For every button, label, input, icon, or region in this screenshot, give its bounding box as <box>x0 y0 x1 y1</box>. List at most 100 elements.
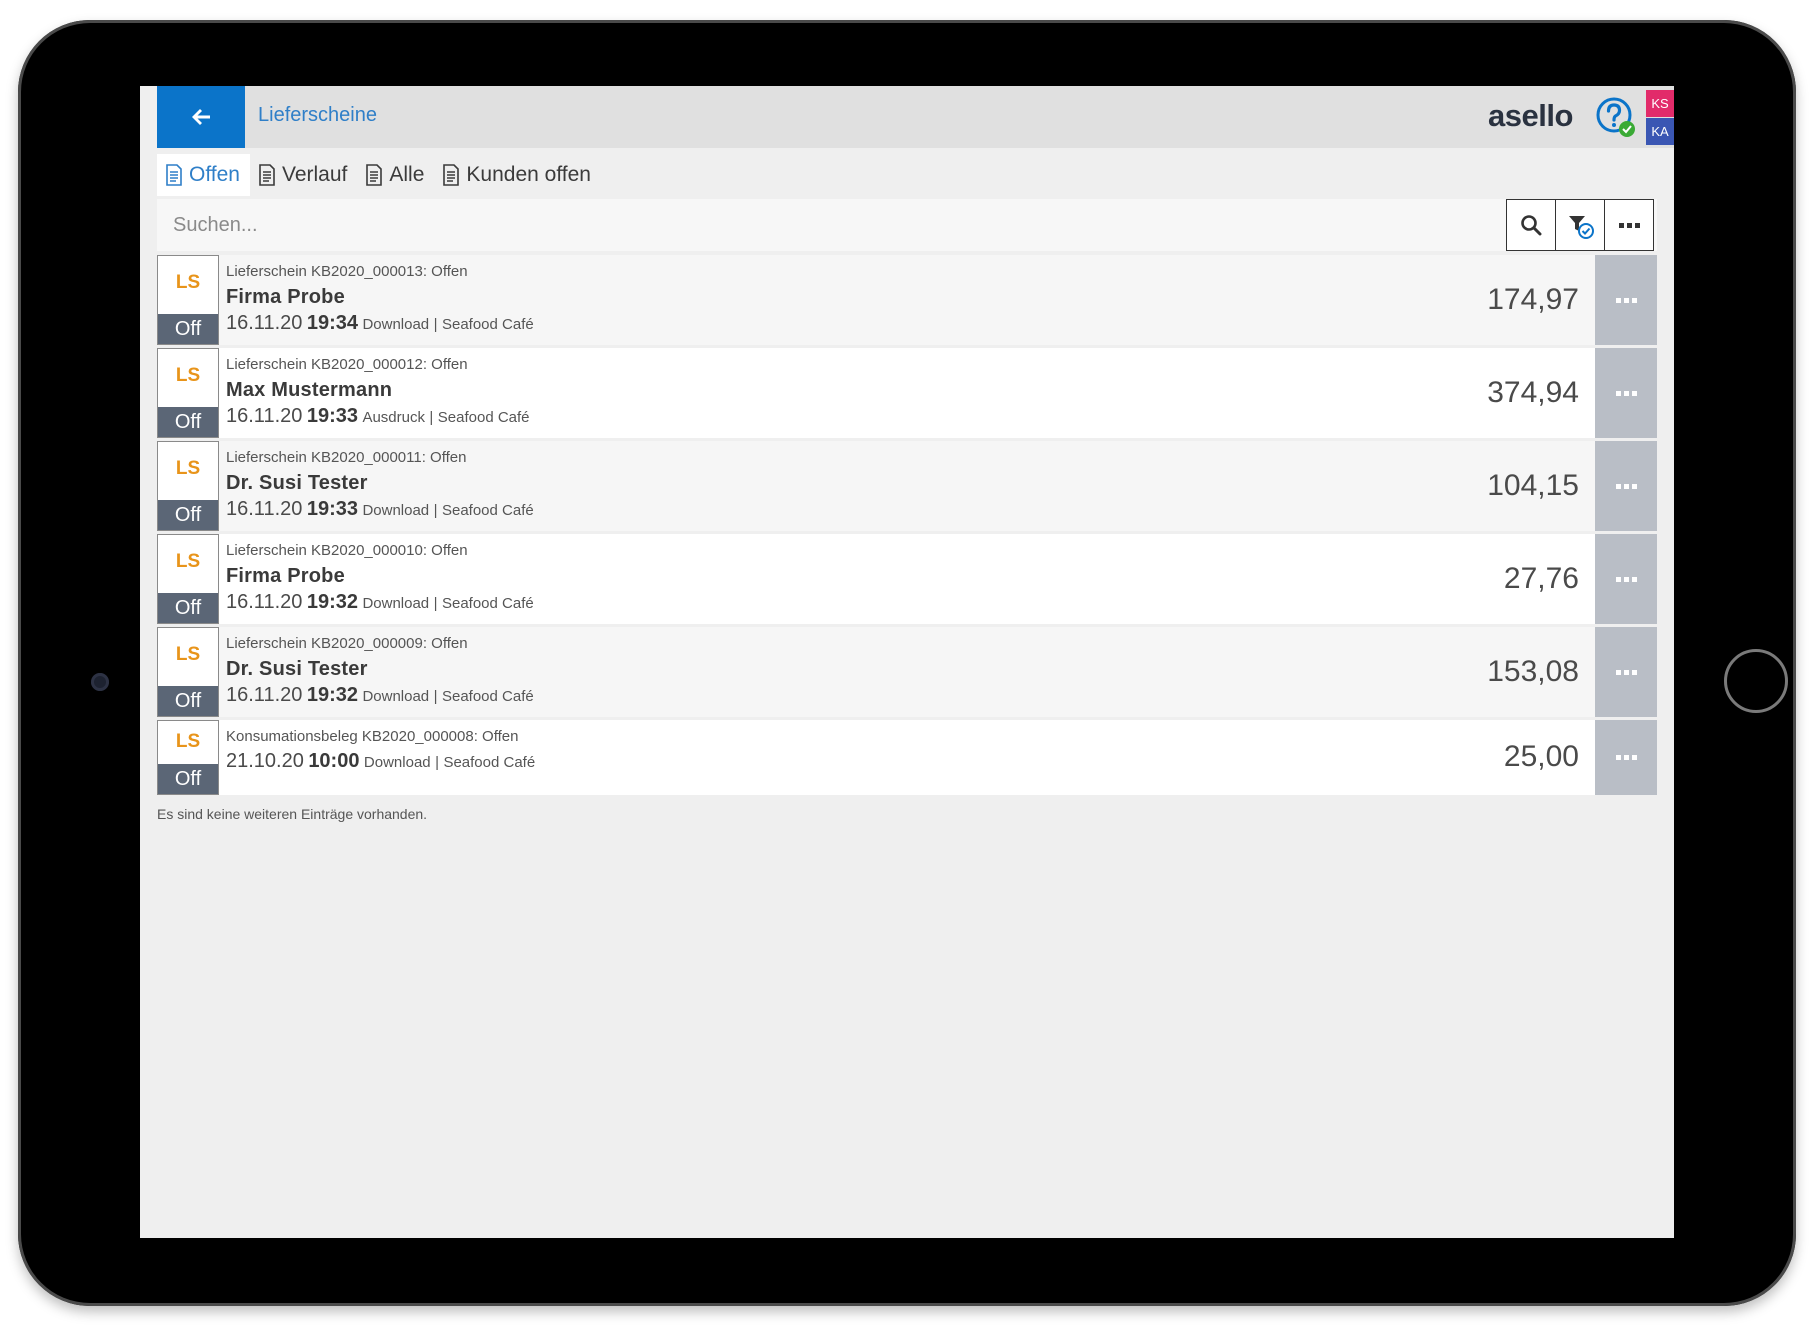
item-mode: Ausdruck <box>362 409 425 426</box>
app-screen: Lieferscheine asello KS KA Offen Verlauf… <box>140 86 1674 1238</box>
document-label: Lieferschein KB2020_000011: Offen <box>226 449 467 466</box>
row-more-button[interactable] <box>1595 534 1657 624</box>
customer-name: Firma Probe <box>226 286 345 308</box>
back-button[interactable] <box>157 86 245 148</box>
item-mode: Download <box>362 502 430 519</box>
help-icon[interactable] <box>1595 96 1637 138</box>
camera <box>91 673 109 691</box>
search-bar <box>157 199 1657 251</box>
item-separator: | <box>433 595 438 612</box>
document-label: Konsumationsbeleg KB2020_000008: Offen <box>226 728 519 745</box>
end-of-list-note: Es sind keine weiteren Einträge vorhande… <box>157 806 428 822</box>
search-input[interactable] <box>157 199 1505 251</box>
item-date: 16.11.20 <box>226 591 303 613</box>
list-item[interactable]: LS Off Lieferschein KB2020_000010: Offen… <box>157 534 1657 624</box>
item-amount: 27,76 <box>1503 562 1579 595</box>
filter-button[interactable] <box>1555 199 1605 251</box>
ka-badge[interactable]: KA <box>1646 118 1674 145</box>
list-item[interactable]: LS Off Lieferschein KB2020_000009: Offen… <box>157 627 1657 717</box>
top-bar: Lieferscheine asello KS KA <box>157 86 1674 148</box>
status-badge: LS Off <box>157 720 219 795</box>
item-info: Lieferschein KB2020_000012: Offen Max Mu… <box>226 356 530 430</box>
list-item[interactable]: LS Off Lieferschein KB2020_000012: Offen… <box>157 348 1657 438</box>
item-info: Konsumationsbeleg KB2020_000008: Offen 2… <box>226 728 535 775</box>
status-type: LS <box>175 731 201 752</box>
more-icon <box>1615 755 1637 760</box>
item-separator: | <box>435 754 439 771</box>
status-badge: LS Off <box>157 255 219 345</box>
document-label: Lieferschein KB2020_000013: Offen <box>226 263 468 280</box>
item-amount: 25,00 <box>1503 740 1579 773</box>
item-time: 19:33 <box>306 498 358 520</box>
item-info: Lieferschein KB2020_000013: Offen Firma … <box>226 263 534 337</box>
status-badge: LS Off <box>157 348 219 438</box>
row-more-button[interactable] <box>1595 720 1657 795</box>
status-badge: LS Off <box>157 441 219 531</box>
tab-offen[interactable]: Offen <box>157 154 250 196</box>
item-time: 19:33 <box>306 405 358 427</box>
item-time: 19:32 <box>306 591 358 613</box>
item-meta: 16.11.20 19:34 Download | Seafood Café <box>226 311 534 337</box>
item-separator: | <box>429 409 434 426</box>
list-item[interactable]: LS Off Lieferschein KB2020_000013: Offen… <box>157 255 1657 345</box>
item-meta: 21.10.20 10:00 Download | Seafood Café <box>226 749 535 775</box>
tab-bar: Offen Verlauf Alle Kunden offen <box>157 154 601 196</box>
item-info: Lieferschein KB2020_000011: Offen Dr. Su… <box>226 449 534 523</box>
row-more-button[interactable] <box>1595 441 1657 531</box>
tab-alle-label: Alle <box>389 163 425 186</box>
customer-name: Max Mustermann <box>226 379 393 401</box>
item-meta: 16.11.20 19:32 Download | Seafood Café <box>226 590 534 616</box>
list-item[interactable]: LS Off Konsumationsbeleg KB2020_000008: … <box>157 720 1657 795</box>
item-location: Seafood Café <box>443 754 536 771</box>
row-more-button[interactable] <box>1595 255 1657 345</box>
status-state: Off <box>158 686 218 716</box>
status-state: Off <box>158 314 218 344</box>
ks-badge[interactable]: KS <box>1646 90 1674 117</box>
status-type: LS <box>175 458 201 479</box>
check-icon <box>1619 121 1635 137</box>
item-time: 19:34 <box>306 312 358 334</box>
status-type: LS <box>175 551 201 572</box>
item-separator: | <box>433 502 438 519</box>
more-icon <box>1615 483 1637 489</box>
more-icon <box>1615 390 1637 396</box>
item-date: 21.10.20 <box>226 750 304 772</box>
item-meta: 16.11.20 19:33 Download | Seafood Café <box>226 497 534 523</box>
item-mode: Download <box>363 754 431 771</box>
status-state: Off <box>158 407 218 437</box>
item-date: 16.11.20 <box>226 405 303 427</box>
more-options-button[interactable] <box>1604 199 1654 251</box>
item-amount: 374,94 <box>1487 376 1579 409</box>
search-button[interactable] <box>1506 199 1556 251</box>
item-meta: 16.11.20 19:32 Download | Seafood Café <box>226 683 534 709</box>
item-separator: | <box>433 316 438 333</box>
row-more-button[interactable] <box>1595 348 1657 438</box>
delivery-note-list: LS Off Lieferschein KB2020_000013: Offen… <box>157 255 1657 795</box>
item-location: Seafood Café <box>441 595 534 612</box>
document-icon <box>443 164 460 186</box>
tab-verlauf[interactable]: Verlauf <box>250 154 357 196</box>
tab-kunden-offen[interactable]: Kunden offen <box>434 154 601 196</box>
more-icon <box>1615 297 1637 303</box>
item-location: Seafood Café <box>441 688 534 705</box>
item-separator: | <box>433 688 438 705</box>
tab-alle[interactable]: Alle <box>357 154 434 196</box>
home-button[interactable] <box>1724 649 1788 713</box>
customer-name: Firma Probe <box>226 565 345 587</box>
item-location: Seafood Café <box>441 316 534 333</box>
item-info: Lieferschein KB2020_000010: Offen Firma … <box>226 542 534 616</box>
document-label: Lieferschein KB2020_000012: Offen <box>226 356 468 373</box>
item-time: 10:00 <box>308 750 360 772</box>
item-meta: 16.11.20 19:33 Ausdruck | Seafood Café <box>226 404 530 430</box>
status-state: Off <box>158 593 218 623</box>
item-location: Seafood Café <box>441 502 534 519</box>
more-icon <box>1615 576 1637 582</box>
status-state: Off <box>158 500 218 530</box>
list-item[interactable]: LS Off Lieferschein KB2020_000011: Offen… <box>157 441 1657 531</box>
item-date: 16.11.20 <box>226 312 303 334</box>
tab-kunden-offen-label: Kunden offen <box>466 163 591 186</box>
row-more-button[interactable] <box>1595 627 1657 717</box>
item-amount: 174,97 <box>1487 283 1579 316</box>
item-time: 19:32 <box>306 684 358 706</box>
arrow-left-icon <box>192 109 210 125</box>
